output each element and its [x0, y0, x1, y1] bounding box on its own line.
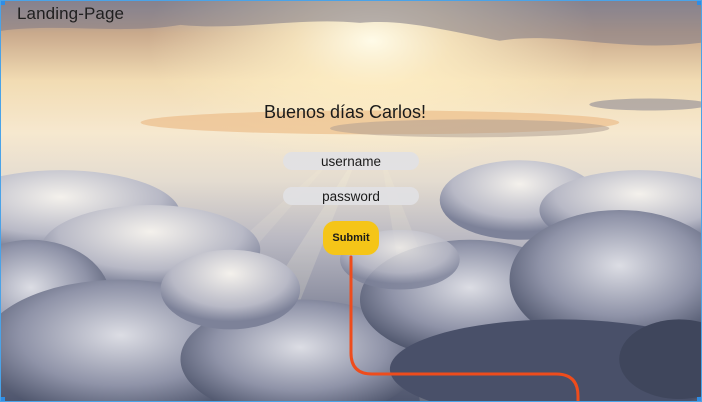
greeting-heading: Buenos días Carlos!: [263, 102, 427, 122]
selection-handle-top-right[interactable]: [697, 1, 701, 5]
landing-page-frame: Landing-Page Buenos días Carlos! Submit: [0, 0, 702, 402]
username-input[interactable]: [283, 152, 419, 170]
selection-handle-bottom-left[interactable]: [1, 397, 5, 401]
submit-button[interactable]: Submit: [323, 221, 379, 255]
frame-title[interactable]: Landing-Page: [17, 4, 124, 24]
selection-handle-bottom-right[interactable]: [697, 397, 701, 401]
password-input[interactable]: [283, 187, 419, 205]
selection-handle-top-left[interactable]: [1, 1, 5, 5]
